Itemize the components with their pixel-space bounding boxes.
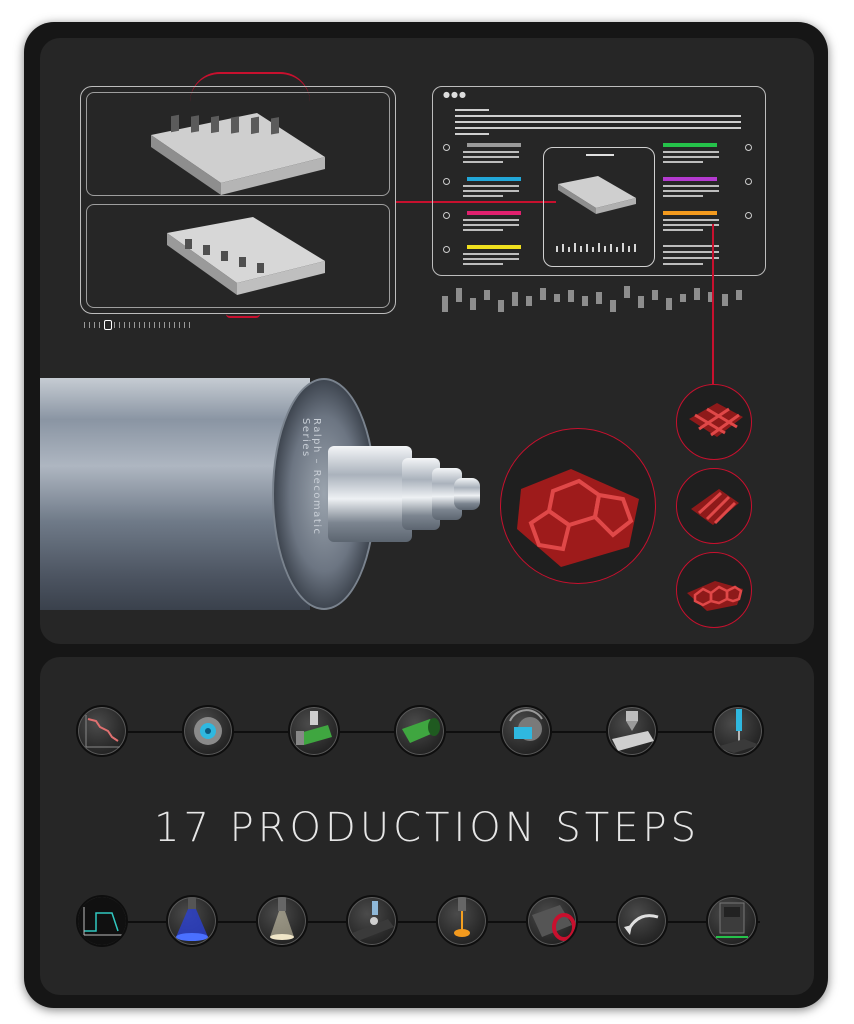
step-chuck-icon[interactable] bbox=[182, 705, 234, 757]
timeline-scrubber[interactable] bbox=[84, 320, 194, 330]
step-blue-part-icon[interactable] bbox=[500, 705, 552, 757]
metric-row bbox=[443, 211, 523, 237]
header-line bbox=[455, 109, 489, 111]
roller-shaft-tip bbox=[454, 478, 480, 510]
step-orange-laser-icon[interactable] bbox=[436, 895, 488, 947]
window-dots: ●●● bbox=[443, 90, 467, 99]
step-probe-icon[interactable] bbox=[346, 895, 398, 947]
roller-shaft-1 bbox=[328, 446, 412, 542]
metric-row bbox=[443, 177, 523, 203]
roller-engraving: Ralph – Recomatic Series bbox=[300, 418, 322, 536]
step-white-laser-icon[interactable] bbox=[256, 895, 308, 947]
step-arrow-icon[interactable] bbox=[616, 895, 668, 947]
metric-row bbox=[443, 245, 523, 271]
step-chart-icon[interactable] bbox=[76, 705, 128, 757]
step-graph-icon[interactable] bbox=[76, 895, 128, 947]
comb-part-bottom-icon bbox=[167, 217, 325, 295]
engraving-detail-cross bbox=[676, 384, 752, 460]
header-line bbox=[455, 133, 489, 135]
preview-pane-bottom bbox=[86, 204, 390, 308]
scrubber-knob[interactable] bbox=[104, 320, 112, 330]
engraving-detail-hex bbox=[676, 552, 752, 628]
hex-row-icon bbox=[687, 581, 743, 611]
scrubber-ticks bbox=[84, 322, 194, 328]
printing-roller bbox=[40, 378, 310, 610]
header-line bbox=[455, 115, 741, 117]
metric-row bbox=[661, 143, 752, 169]
rotation-arc-bottom bbox=[226, 314, 260, 318]
header-line bbox=[455, 127, 741, 129]
comb-part-mini-icon bbox=[556, 176, 636, 252]
detail-connector bbox=[712, 224, 714, 384]
engraving-detail-diagonal bbox=[676, 468, 752, 544]
metric-row bbox=[661, 211, 752, 237]
cross-hatch-icon bbox=[689, 403, 743, 437]
metric-row bbox=[661, 177, 752, 203]
hero-panel: ●●● Ralph – Recomatic Series bbox=[40, 38, 814, 644]
model-preview-window bbox=[80, 86, 396, 314]
step-roller-red-icon[interactable] bbox=[526, 895, 578, 947]
step-press-icon[interactable] bbox=[606, 705, 658, 757]
preview-pane-top bbox=[86, 92, 390, 196]
dashboard-center-preview bbox=[543, 147, 655, 267]
step-drill-icon[interactable] bbox=[288, 705, 340, 757]
comb-part-top-icon bbox=[151, 113, 325, 195]
metric-row bbox=[661, 245, 741, 271]
metric-row bbox=[443, 143, 523, 169]
waveform-bars bbox=[442, 286, 742, 312]
diagonal-line-icon bbox=[691, 489, 739, 525]
steps-panel: 17 PRODUCTION STEPS bbox=[40, 657, 814, 995]
hex-cell-icon bbox=[517, 469, 639, 567]
step-machine-icon[interactable] bbox=[706, 895, 758, 947]
step-blue-laser-icon[interactable] bbox=[166, 895, 218, 947]
header-line bbox=[455, 121, 741, 123]
steps-headline: 17 PRODUCTION STEPS bbox=[154, 805, 700, 851]
step-stylus-icon[interactable] bbox=[712, 705, 764, 757]
step-green-tube-icon[interactable] bbox=[394, 705, 446, 757]
engraving-detail-large bbox=[500, 428, 656, 584]
analysis-dashboard: ●●● bbox=[432, 86, 766, 276]
